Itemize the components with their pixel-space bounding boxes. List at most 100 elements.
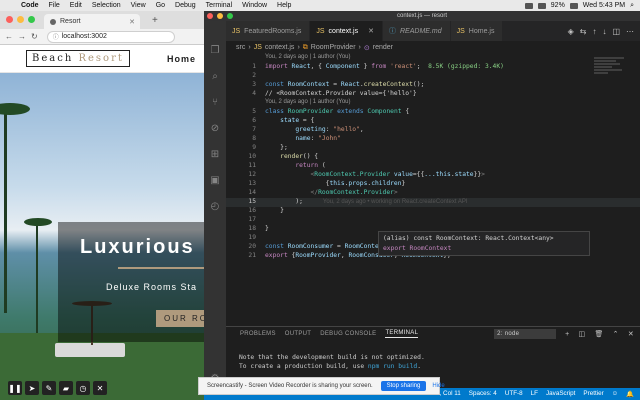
code-line: 2 (226, 72, 640, 81)
minimize-window-icon[interactable] (17, 16, 24, 23)
breadcrumb-src[interactable]: src (236, 44, 245, 51)
minimap[interactable] (594, 57, 630, 87)
tab-readme[interactable]: ⓘ README.md (383, 21, 451, 41)
close-tab-icon[interactable]: ✕ (129, 18, 135, 26)
menu-view[interactable]: View (126, 2, 151, 9)
close-window-icon[interactable] (207, 13, 213, 19)
hero-divider (118, 267, 204, 269)
previous-change-icon[interactable]: ↑ (592, 27, 596, 36)
line-number: 16 (248, 207, 256, 214)
close-icon[interactable]: ✕ (93, 381, 107, 395)
end-of-line[interactable]: LF (531, 390, 538, 398)
breadcrumb-class[interactable]: RoomProvider (311, 44, 356, 51)
tab-home[interactable]: JS Home.js (450, 21, 504, 41)
cursor-icon[interactable]: ➤ (25, 381, 39, 395)
notifications-bell-icon[interactable]: 🔔 (626, 390, 634, 398)
line-number: 18 (248, 225, 256, 232)
forward-arrow-icon[interactable]: → (18, 32, 26, 41)
encoding[interactable]: UTF-8 (505, 390, 523, 398)
tab-context[interactable]: JS context.js ✕ (310, 21, 383, 41)
split-terminal-icon[interactable]: ◫ (579, 330, 586, 338)
battery-icon[interactable] (569, 2, 578, 9)
highlighter-icon[interactable]: ▰ (59, 381, 73, 395)
more-actions-icon[interactable]: ⋯ (626, 27, 634, 36)
git-blame-inline: You, 2 days ago • working on React.creat… (322, 199, 468, 205)
menu-debug[interactable]: Debug (170, 2, 201, 9)
next-change-icon[interactable]: ↓ (602, 27, 606, 36)
debug-icon[interactable]: ⊘ (209, 123, 221, 135)
panel-tab-debug-console[interactable]: DEBUG CONSOLE (320, 331, 376, 337)
code-line: 11 return ( (226, 162, 640, 171)
back-arrow-icon[interactable]: ← (5, 32, 13, 41)
formatter[interactable]: Prettier (583, 390, 603, 398)
site-logo[interactable]: Beach Resort (26, 50, 130, 67)
our-rooms-button[interactable]: OUR RO (156, 310, 204, 327)
menu-help[interactable]: Help (272, 2, 296, 9)
panel-tab-output[interactable]: OUTPUT (285, 331, 311, 337)
code-editor[interactable]: You, 2 days ago | 1 author (You) 1 import… (226, 54, 640, 326)
timeline-icon[interactable]: ◴ (209, 201, 221, 213)
timer-icon[interactable]: ◷ (76, 381, 90, 395)
minimize-window-icon[interactable] (217, 13, 223, 19)
extensions-icon[interactable]: ⊞ (209, 149, 221, 161)
hide-button[interactable]: Hide (432, 383, 444, 389)
menu-selection[interactable]: Selection (87, 2, 126, 9)
terminal-line: Note that the development build is not o… (239, 354, 425, 361)
address-bar[interactable]: ⓘ localhost:3002 (46, 30, 175, 43)
pen-icon[interactable]: ✎ (42, 381, 56, 395)
breadcrumb-file[interactable]: context.js (265, 44, 295, 51)
search-icon[interactable]: ⌕ (209, 71, 221, 83)
menu-window[interactable]: Window (237, 2, 272, 9)
git-compare-icon[interactable]: ◈ (568, 27, 574, 36)
maximize-panel-icon[interactable]: ⌃ (613, 330, 619, 338)
menu-go[interactable]: Go (151, 2, 170, 9)
close-window-icon[interactable] (6, 16, 13, 23)
dropbox-icon[interactable] (524, 2, 533, 9)
explorer-files-icon[interactable]: ❐ (209, 45, 221, 57)
menu-edit[interactable]: Edit (65, 2, 87, 9)
minimap-row (594, 69, 622, 71)
codelens-author[interactable]: You, 2 days ago | 1 author (You) (265, 99, 351, 105)
info-icon[interactable]: ⓘ (53, 32, 59, 41)
panel-tab-terminal[interactable]: TERMINAL (385, 330, 419, 338)
sharing-message: Screencastify - Screen Video Recorder is… (207, 383, 373, 389)
terminal-select[interactable]: 2: node (494, 329, 557, 339)
maximize-window-icon[interactable] (28, 16, 35, 23)
spotlight-icon[interactable]: ⌕ (630, 2, 634, 10)
stop-sharing-button[interactable]: Stop sharing (380, 381, 427, 391)
reload-icon[interactable]: ↻ (31, 32, 38, 41)
menu-app-name[interactable]: Code (16, 2, 44, 9)
panel-tab-problems[interactable]: PROBLEMS (240, 331, 276, 337)
menu-terminal[interactable]: Terminal (201, 2, 237, 9)
add-terminal-icon[interactable]: + (565, 331, 569, 338)
js-file-icon: JS (456, 27, 465, 35)
remote-explorer-icon[interactable]: ▣ (209, 175, 221, 187)
close-tab-icon[interactable]: ✕ (368, 27, 374, 35)
menu-clock[interactable]: Wed 5:43 PM (583, 2, 625, 9)
browser-tab-resort[interactable]: Resort ✕ (44, 14, 140, 29)
nav-link-home[interactable]: Home (167, 54, 196, 64)
menu-file[interactable]: File (44, 2, 65, 9)
wifi-icon[interactable] (537, 2, 546, 9)
maximize-window-icon[interactable] (227, 13, 233, 19)
indentation[interactable]: Spaces: 4 (469, 390, 497, 398)
line-number: 13 (248, 180, 256, 187)
split-editor-icon[interactable]: ◫ (612, 27, 620, 36)
pause-icon[interactable]: ❚❚ (8, 381, 22, 395)
close-panel-icon[interactable]: ✕ (628, 330, 634, 338)
new-tab-icon[interactable]: + (152, 15, 158, 26)
code-line: 7 greeting: "hello", (226, 126, 640, 135)
hero-subtitle: Deluxe Rooms Sta (106, 282, 198, 292)
codelens-author[interactable]: You, 2 days ago | 1 author (You) (265, 54, 351, 60)
terminal-command: npm run build (367, 363, 418, 370)
terminal-output[interactable]: Note that the development build is not o… (226, 341, 640, 371)
language-mode[interactable]: JavaScript (546, 390, 575, 398)
open-changes-icon[interactable]: ⇆ (580, 27, 587, 36)
kill-terminal-icon[interactable]: 🗑 (594, 330, 603, 338)
tab-featuredrooms[interactable]: JS FeaturedRooms.js (226, 21, 311, 41)
breadcrumb-method[interactable]: render (373, 44, 393, 51)
tab-label: Home.js (468, 27, 495, 35)
source-control-icon[interactable]: ⑂ (209, 97, 221, 109)
battery-percent[interactable]: 92% (551, 2, 565, 9)
feedback-smiley-icon[interactable]: ☺ (612, 390, 618, 398)
